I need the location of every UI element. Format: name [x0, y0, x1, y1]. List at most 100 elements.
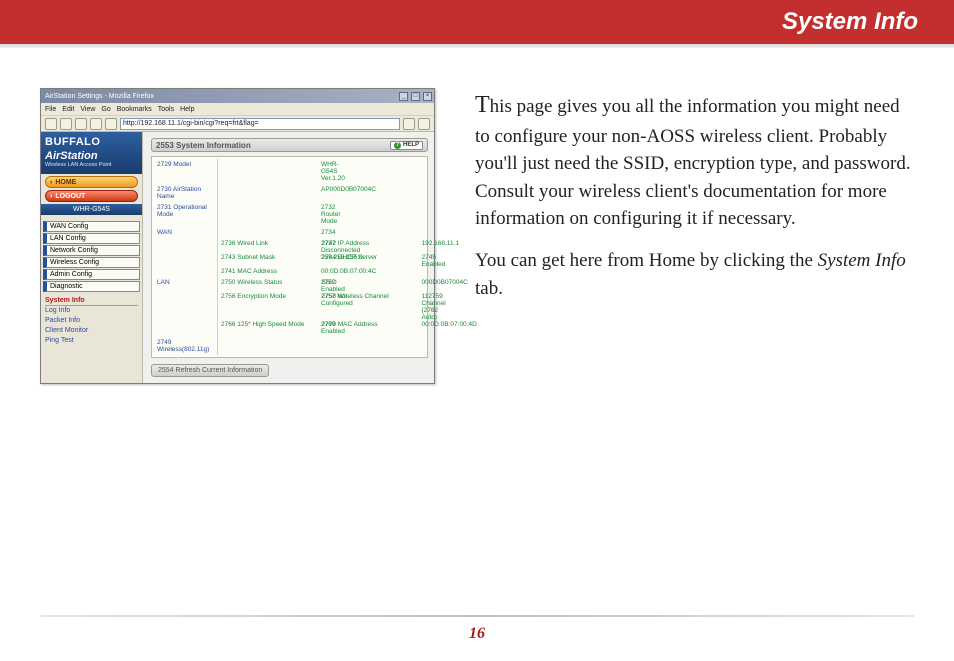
- row-values: 2750 Wireless Status2752 EnabledSSID000D…: [218, 277, 425, 337]
- kv-value: AP000D0B07004C: [321, 186, 376, 200]
- footer-rule: [40, 615, 914, 617]
- p2-a: You can get here from Home by clicking t…: [475, 250, 818, 271]
- menu-item[interactable]: File: [45, 106, 56, 113]
- link-system-info[interactable]: System Info: [45, 296, 138, 306]
- link-log-info[interactable]: Log Info: [45, 306, 138, 316]
- main-panel: 2553 System Information ? HELP 2729 Mode…: [143, 132, 434, 383]
- menu-item[interactable]: Bookmarks: [117, 106, 152, 113]
- embedded-screenshot: AirStation Settings - Mozilla Firefox _ …: [40, 88, 435, 384]
- table-row: 2730 AirStation Name AP000D0B07004C: [154, 184, 425, 202]
- row-label: 2729 Model: [154, 159, 218, 184]
- window-title: AirStation Settings - Mozilla Firefox: [45, 93, 154, 100]
- stop-icon[interactable]: [90, 118, 102, 130]
- panel-titlebar: 2553 System Information ? HELP: [151, 138, 428, 152]
- kv-pair: 2750 Wireless Status2752 Enabled: [221, 279, 322, 293]
- kv-value: 2745 Enabled: [422, 254, 446, 268]
- paragraph-1: This page gives you all the information …: [475, 88, 914, 233]
- row-values: 2732 Router Mode: [218, 202, 425, 227]
- kv-pair: 2741 MAC Address00:0D:0B:07:00:4C: [221, 268, 322, 275]
- menu-item[interactable]: View: [80, 106, 95, 113]
- kv-key: 2741 MAC Address: [221, 268, 321, 275]
- menu-item[interactable]: Tools: [158, 106, 174, 113]
- tab-network-config[interactable]: Network Config: [43, 245, 140, 256]
- row-label: LAN: [154, 277, 218, 337]
- row-label: 2749 Wireless(802.11g): [154, 337, 218, 355]
- chevron-right-icon: ›: [50, 193, 52, 200]
- kv-key: 2744 DHCP Server: [322, 254, 422, 268]
- logout-button[interactable]: › LOGOUT: [45, 190, 138, 202]
- table-row: 2731 Operational Mode2732 Router Mode: [154, 202, 425, 227]
- back-icon[interactable]: [45, 118, 57, 130]
- row-values: [218, 337, 425, 355]
- table-row: 2749 Wireless(802.11g): [154, 337, 425, 355]
- kv-pair: 2770 MAC Address00:0D:0B:07:00:4D: [322, 321, 423, 335]
- bookmark-icon[interactable]: [418, 118, 430, 130]
- kv-key: 2758 Wireless Channel: [322, 293, 422, 321]
- kv-key: SSID: [322, 279, 422, 293]
- tab-admin-config[interactable]: Admin Config: [43, 269, 140, 280]
- footer: 16: [40, 615, 914, 643]
- help-button[interactable]: ? HELP: [390, 141, 423, 150]
- row-values: 2736 Wired Link2737 Disconnected2742 IP …: [218, 238, 425, 277]
- tab-wireless-config[interactable]: Wireless Config: [43, 257, 140, 268]
- p2-b: tab.: [475, 278, 503, 299]
- kv-key: 2742 IP Address: [322, 240, 422, 254]
- home-button-label: HOME: [55, 179, 76, 186]
- reload-icon[interactable]: [75, 118, 87, 130]
- kv-pair: SSID000D0B07004C: [322, 279, 423, 293]
- dropcap: T: [475, 92, 490, 118]
- forward-icon[interactable]: [60, 118, 72, 130]
- menu-item[interactable]: Go: [101, 106, 110, 113]
- kv-pair: 2732 Router Mode: [221, 204, 322, 225]
- kv-value: 000D0B07004C: [422, 279, 468, 293]
- menu-item[interactable]: Help: [180, 106, 194, 113]
- kv-pair: 2734: [221, 229, 322, 236]
- brand-name: BUFFALO: [45, 136, 138, 148]
- kv-value: 192.168.11.1: [422, 240, 459, 254]
- kv-key: 2750 Wireless Status: [221, 279, 321, 293]
- row-values: AP000D0B07004C: [218, 184, 425, 202]
- row-values: 2734: [218, 227, 425, 238]
- chevron-right-icon: ›: [50, 179, 52, 186]
- diagnostic-links: System Info Log Info Packet Info Client …: [45, 296, 138, 346]
- brand-product: AirStation: [45, 150, 138, 162]
- kv-pair: WHR-G54S Ver.1.20: [221, 161, 322, 182]
- kv-key: [221, 186, 321, 200]
- go-icon[interactable]: [403, 118, 415, 130]
- model-label: WHR-G54S: [41, 204, 142, 215]
- home-icon[interactable]: [105, 118, 117, 130]
- kv-value: 2734: [321, 229, 335, 236]
- brand-panel: BUFFALO AirStation Wireless LAN Access P…: [41, 132, 142, 174]
- row-label: [154, 238, 218, 277]
- row-values: WHR-G54S Ver.1.20: [218, 159, 425, 184]
- kv-pair: 2736 Wired Link2737 Disconnected: [221, 240, 322, 254]
- kv-key: 2736 Wired Link: [221, 240, 321, 254]
- kv-key: [221, 229, 321, 236]
- refresh-button[interactable]: 2554 Refresh Current Information: [151, 364, 269, 377]
- table-row: 2729 ModelWHR-G54S Ver.1.20: [154, 159, 425, 184]
- address-bar: http://192.168.11.1/cgi-bin/cgi?req=frt&…: [41, 115, 434, 131]
- kv-pair: 2743 Subnet Mask255.255.255.0: [221, 254, 322, 268]
- url-field[interactable]: http://192.168.11.1/cgi-bin/cgi?req=frt&…: [120, 118, 400, 130]
- row-label: 2730 AirStation Name: [154, 184, 218, 202]
- kv-pair: 2758 Wireless Channel112759 Channel (276…: [322, 293, 423, 321]
- home-button[interactable]: › HOME: [45, 176, 138, 188]
- link-packet-info[interactable]: Packet Info: [45, 316, 138, 326]
- kv-key: [221, 204, 321, 225]
- panel-title-text: 2553 System Information: [156, 141, 251, 150]
- link-ping-test[interactable]: Ping Test: [45, 336, 138, 346]
- kv-value: 2732 Router Mode: [321, 204, 341, 225]
- logout-button-label: LOGOUT: [55, 193, 85, 200]
- kv-pair: 2766 125* High Speed Mode2769 Enabled: [221, 321, 322, 335]
- link-client-monitor[interactable]: Client Monitor: [45, 326, 138, 336]
- tab-lan-config[interactable]: LAN Config: [43, 233, 140, 244]
- body-text: This page gives you all the information …: [475, 88, 914, 384]
- header-bar: System Info: [0, 0, 954, 44]
- window-titlebar: AirStation Settings - Mozilla Firefox _ …: [41, 89, 434, 103]
- p2-em: System Info: [818, 250, 906, 271]
- page-title: System Info: [782, 8, 918, 36]
- tab-wan-config[interactable]: WAN Config: [43, 221, 140, 232]
- menu-item[interactable]: Edit: [62, 106, 74, 113]
- kv-pair: 2742 IP Address192.168.11.1: [322, 240, 423, 254]
- tab-diagnostic[interactable]: Diagnostic: [43, 281, 140, 292]
